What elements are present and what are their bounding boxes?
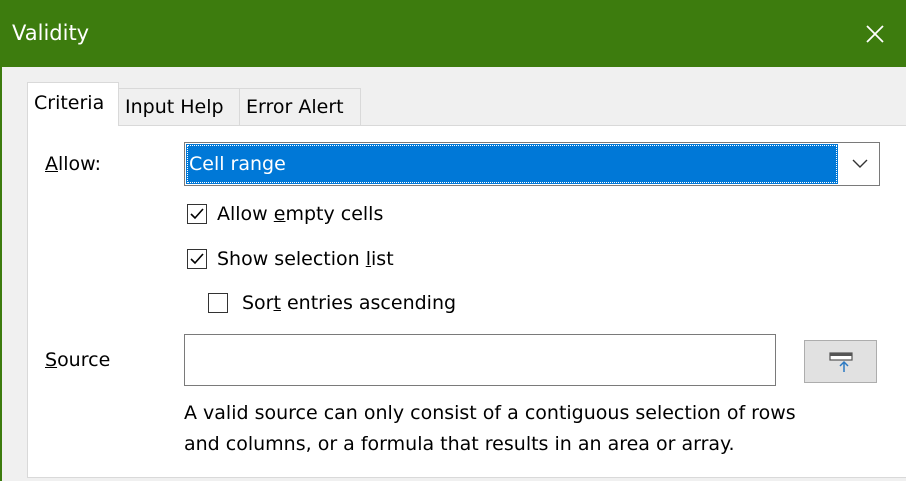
- source-input[interactable]: [184, 334, 776, 386]
- allow-selected-value: Cell range: [186, 144, 838, 184]
- tab-input-help[interactable]: Input Help: [118, 88, 240, 126]
- dropdown-toggle[interactable]: [842, 144, 878, 184]
- help-line-2: and columns, or a formula that results i…: [184, 433, 735, 455]
- close-button[interactable]: [844, 0, 906, 67]
- checkmark-icon: [190, 253, 204, 265]
- source-label: Source: [45, 349, 111, 371]
- show-selection-list-label[interactable]: Show selection list: [217, 247, 394, 271]
- allow-dropdown[interactable]: Cell range: [184, 142, 880, 186]
- chevron-down-icon: [852, 159, 868, 168]
- allow-empty-cells-checkbox[interactable]: [187, 204, 207, 224]
- shrink-icon: [828, 351, 853, 372]
- tab-criteria[interactable]: Criteria: [27, 82, 119, 126]
- tab-error-alert[interactable]: Error Alert: [239, 88, 361, 126]
- shrink-button[interactable]: [804, 340, 877, 383]
- allow-empty-cells-label[interactable]: Allow empty cells: [217, 202, 383, 226]
- tab-error-alert-label: Error Alert: [246, 96, 344, 118]
- sort-entries-ascending-label[interactable]: Sort entries ascending: [242, 291, 456, 315]
- checkmark-icon: [190, 208, 204, 220]
- show-selection-list-checkbox[interactable]: [187, 249, 207, 269]
- help-line-1: A valid source can only consist of a con…: [184, 402, 796, 424]
- validity-dialog: Validity Criteria Input Help Error Alert…: [0, 0, 906, 481]
- window-title: Validity: [12, 21, 90, 45]
- title-bar[interactable]: Validity: [0, 0, 906, 67]
- sort-entries-ascending-checkbox[interactable]: [208, 293, 228, 313]
- allow-label: Allow:: [45, 153, 102, 175]
- close-icon: [866, 24, 884, 43]
- tab-input-help-label: Input Help: [125, 96, 224, 118]
- tab-criteria-label: Criteria: [34, 92, 105, 114]
- source-help-text: A valid source can only consist of a con…: [184, 398, 884, 460]
